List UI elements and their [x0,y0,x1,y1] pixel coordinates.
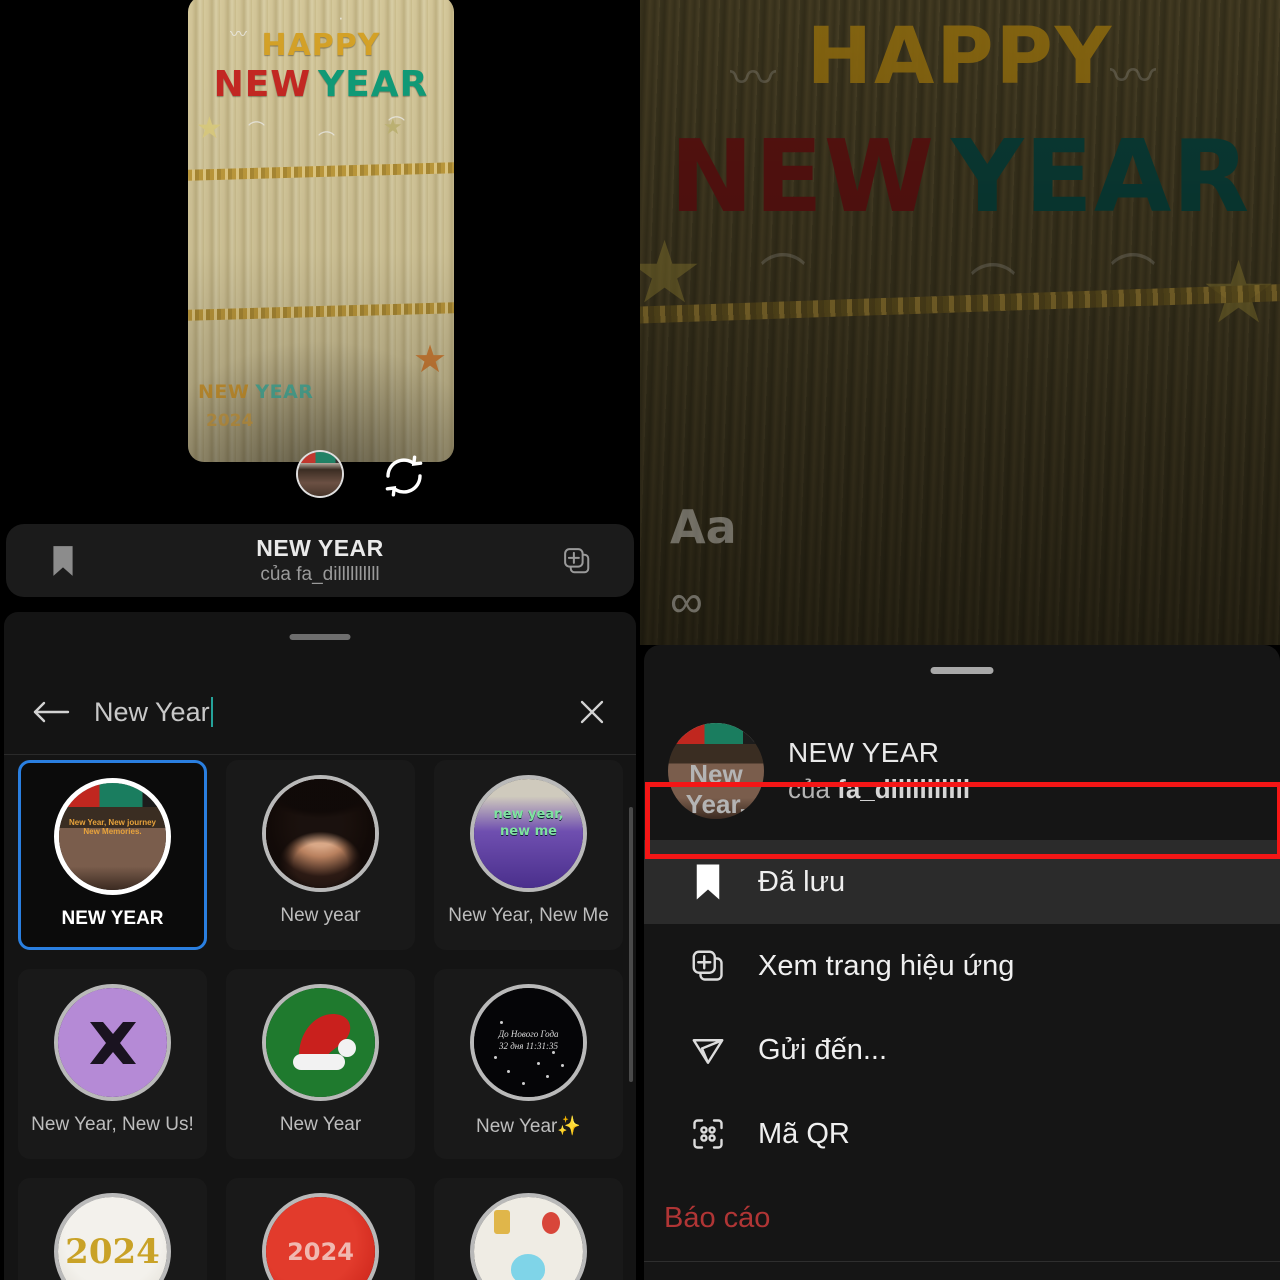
right-panel-effect-menu: ★ ★ HAPPY NEWYEAR 〰 〰 ⌒ ⌒ ⌒ Aa ∞ [640,0,1280,1280]
thumb-face-newyear: New Year, New journey New Memories. [59,783,166,890]
effect-label: NEW YEAR [61,908,164,929]
menu-item-label: Mã QR [758,1117,850,1150]
search-input-value: New Year [94,696,210,727]
thumb-balloons-2024: 2024 [58,1197,167,1280]
left-camera-area: HAPPY NEWYEAR ★ ★ ★ 〰 · ⌒ ⌒ ⌒ NEWYEAR 20… [0,0,640,510]
menu-item-qr-code[interactable]: Mã QR [644,1092,1280,1176]
effect-avatar[interactable] [296,450,344,498]
thumb-x-logo [58,988,167,1097]
preview-shade [188,0,454,462]
menu-item-send-to[interactable]: Gửi đến... [644,1008,1280,1092]
effect-info-bar[interactable]: NEW YEAR của fa_dillllllllll [6,524,634,597]
effect-tile[interactable]: 2024 [226,1178,415,1280]
bookmark-icon[interactable] [50,545,76,577]
effect-thumbnail [262,775,379,892]
effect-tile[interactable]: До Нового Года 32 дня 11:31:35 New Year✨ [434,969,623,1159]
effect-label: New Year [279,1114,362,1135]
effect-thumbnail [470,1193,587,1280]
cat-icon [511,1253,546,1280]
loop-icon[interactable]: ∞ [670,578,703,624]
avatar: New Year, New journeyNew Memories. [668,723,764,819]
bookmark-icon [686,860,730,904]
thumb-santa-hat [266,988,375,1097]
effect-title: NEW YEAR [256,535,384,561]
menu-item-report[interactable]: Báo cáo [644,1176,1280,1260]
effect-thumbnail: New Year, New journey New Memories. [54,778,171,895]
thumb-banner [59,783,166,807]
effect-author-name: fa_dillllllllll [837,774,971,804]
thumb-lantern-cat [474,1197,583,1280]
effect-author: của fa_dillllllllll [260,564,380,585]
left-panel-effect-search: HAPPY NEWYEAR ★ ★ ★ 〰 · ⌒ ⌒ ⌒ NEWYEAR 20… [0,0,640,1280]
back-arrow-icon[interactable] [32,699,70,725]
sheet-grabber[interactable] [930,667,994,674]
thumb-face-woman [266,779,375,888]
text-tool-icon[interactable]: Aa [670,500,737,554]
effect-tile[interactable] [434,1178,623,1280]
thumb-shading [266,779,375,888]
effect-title: NEW YEAR [788,737,940,768]
effect-search-sheet: New Year New Year, New journey New Memori… [4,612,636,1280]
avatar-caption: New Year, New journeyNew Memories. [685,758,747,819]
search-input[interactable]: New Year [94,696,213,728]
search-divider [4,754,636,755]
add-effect-icon[interactable] [562,546,592,576]
avatar-image: New Year, New journeyNew Memories. [668,723,764,819]
effects-grid: New Year, New journey New Memories. NEW Y… [18,760,623,1280]
effect-options-menu: Đã lưu Xem trang hiệu ứng Gửi đến... Mã … [644,840,1280,1260]
search-bar: New Year [4,674,636,750]
effect-tile[interactable]: New Year [226,969,415,1159]
effect-options-sheet: New Year, New journeyNew Memories. NEW Y… [644,645,1280,1280]
thumb-caption: До Нового Года 32 дня 11:31:35 [498,1029,559,1052]
effect-thumbnail: 2024 [54,1193,171,1280]
effect-thumbnail: new year, new me [470,775,587,892]
effect-author: của fa_dillllllllll [788,774,971,804]
effect-header: New Year, New journeyNew Memories. NEW Y… [668,723,970,819]
lantern-icon [493,1210,510,1235]
scrollbar[interactable] [629,807,633,1082]
send-icon [686,1028,730,1072]
thumb-new-me: new year, new me [474,779,583,888]
effect-tile-selected[interactable]: New Year, New journey New Memories. NEW Y… [18,760,207,950]
menu-divider [644,1261,1280,1262]
effect-label: New Year, New Us! [31,1114,194,1135]
camera-preview[interactable]: HAPPY NEWYEAR ★ ★ ★ 〰 · ⌒ ⌒ ⌒ NEWYEAR 20… [188,0,454,462]
avatar-banner [668,723,764,745]
screen-root: HAPPY NEWYEAR ★ ★ ★ 〰 · ⌒ ⌒ ⌒ NEWYEAR 20… [0,0,1280,1280]
lantern-icon [541,1212,560,1235]
effect-thumbnail: 2024 [262,1193,379,1280]
qr-code-icon [686,1112,730,1156]
menu-item-view-effect-page[interactable]: Xem trang hiệu ứng [644,924,1280,1008]
sheet-grabber[interactable] [289,634,351,640]
effect-meta: NEW YEAR của fa_dillllllllll [788,737,970,805]
menu-item-label: Đã lưu [758,865,846,898]
camera-flip-icon[interactable] [380,452,428,500]
menu-item-label: Gửi đến... [758,1033,888,1066]
effect-label: New year [280,905,361,926]
thumb-wib-2024: 2024 [266,1197,375,1280]
effect-label: New Year, New Me [448,905,609,926]
effect-label: New Year✨ [476,1116,581,1137]
effect-info-text: NEW YEAR của fa_dillllllllll [6,535,634,586]
right-camera-area[interactable]: ★ ★ HAPPY NEWYEAR 〰 〰 ⌒ ⌒ ⌒ Aa ∞ [640,0,1280,645]
avatar-overlay [298,452,342,464]
clear-icon[interactable] [578,698,606,726]
menu-item-label: Xem trang hiệu ứng [758,949,1015,982]
effect-tile[interactable]: New Year, New Us! [18,969,207,1159]
effect-thumbnail [262,984,379,1101]
thumb-night-countdown: До Нового Года 32 дня 11:31:35 [474,988,583,1097]
text-caret [210,696,213,727]
thumb-caption: new year, new me [493,807,564,839]
thumb-caption: New Year, New journey New Memories. [68,818,156,837]
effect-thumbnail [54,984,171,1101]
effect-tile[interactable]: 2024 [18,1178,207,1280]
add-effect-icon [686,944,730,988]
menu-item-saved[interactable]: Đã lưu [644,840,1280,924]
menu-item-label: Báo cáo [664,1201,771,1234]
effect-tile[interactable]: New year [226,760,415,950]
effect-tile[interactable]: new year, new me New Year, New Me [434,760,623,950]
effect-thumbnail: До Нового Года 32 дня 11:31:35 [470,984,587,1101]
